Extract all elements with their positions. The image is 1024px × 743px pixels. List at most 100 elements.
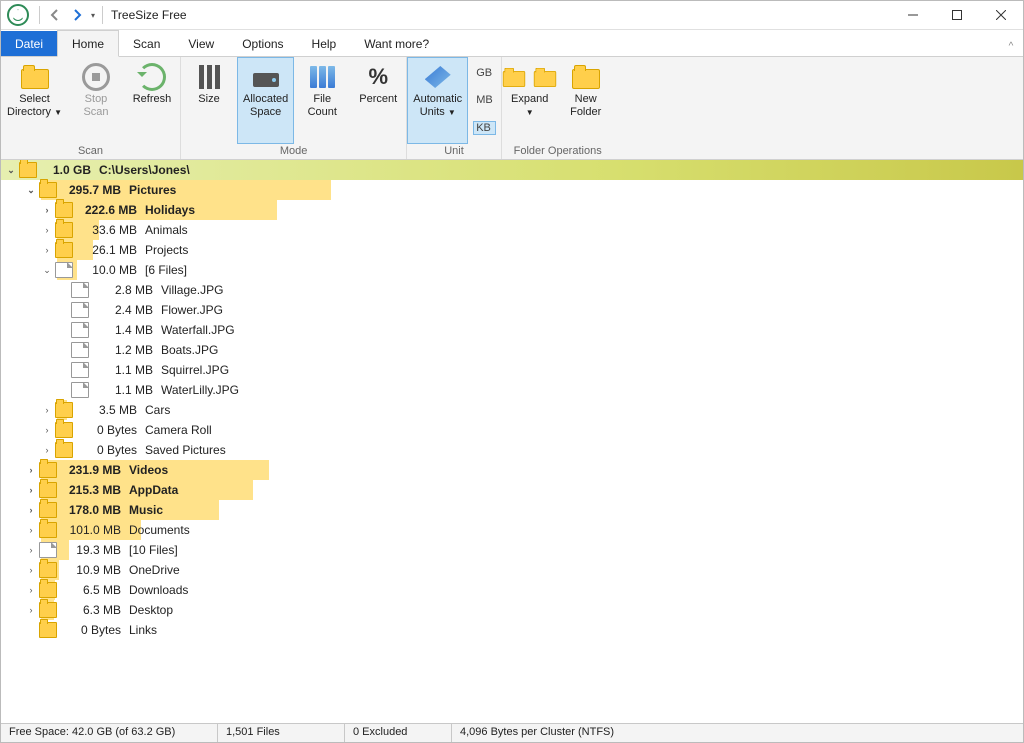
- row-size: 0 Bytes: [77, 423, 137, 437]
- mode-percent-button[interactable]: % Percent: [350, 57, 406, 144]
- tree-row[interactable]: ›2.4 MBFlower.JPG: [1, 300, 1023, 320]
- row-name: Holidays: [145, 203, 195, 217]
- back-button[interactable]: [45, 5, 65, 25]
- file-icon: [71, 282, 89, 298]
- collapse-ribbon-icon[interactable]: ^: [999, 41, 1023, 56]
- tree-row[interactable]: ›10.9 MBOneDrive: [1, 560, 1023, 580]
- row-name: Camera Roll: [145, 423, 212, 437]
- folder-icon: [39, 482, 57, 498]
- row-size: 3.5 MB: [77, 403, 137, 417]
- forward-button[interactable]: [67, 5, 87, 25]
- tree-row[interactable]: ›6.3 MBDesktop: [1, 600, 1023, 620]
- new-folder-button[interactable]: New Folder: [558, 57, 614, 144]
- row-size: 295.7 MB: [61, 183, 121, 197]
- expand-toggle[interactable]: ›: [41, 245, 53, 255]
- tree-row[interactable]: ›33.6 MBAnimals: [1, 220, 1023, 240]
- maximize-button[interactable]: [935, 1, 979, 29]
- tree-row[interactable]: ›1.1 MBWaterLilly.JPG: [1, 380, 1023, 400]
- unit-gb[interactable]: GB: [473, 66, 496, 80]
- tree-row[interactable]: ›101.0 MBDocuments: [1, 520, 1023, 540]
- window-title: TreeSize Free: [111, 8, 187, 22]
- tree-row[interactable]: ⌄295.7 MBPictures: [1, 180, 1023, 200]
- titlebar: ▾ TreeSize Free: [1, 1, 1023, 30]
- tree-row[interactable]: ›231.9 MBVideos: [1, 460, 1023, 480]
- row-name: OneDrive: [129, 563, 180, 577]
- tree-view[interactable]: ⌄ 1.0 GB C:\Users\Jones\ ⌄295.7 MBPictur…: [1, 160, 1023, 723]
- row-size: 101.0 MB: [61, 523, 121, 537]
- row-name: Squirrel.JPG: [161, 363, 229, 377]
- tree-row[interactable]: ›215.3 MBAppData: [1, 480, 1023, 500]
- bars-icon: [199, 65, 220, 89]
- stop-scan-button[interactable]: Stop Scan: [68, 57, 124, 144]
- expand-toggle[interactable]: ›: [25, 565, 37, 575]
- tree-row[interactable]: ›178.0 MBMusic: [1, 500, 1023, 520]
- expand-toggle[interactable]: ›: [41, 225, 53, 235]
- tree-row[interactable]: ›0 BytesSaved Pictures: [1, 440, 1023, 460]
- tab-options[interactable]: Options: [228, 31, 297, 56]
- row-name: Music: [129, 503, 163, 517]
- tree-row[interactable]: ›6.5 MBDownloads: [1, 580, 1023, 600]
- unit-kb[interactable]: KB: [473, 121, 496, 135]
- tree-root[interactable]: ⌄ 1.0 GB C:\Users\Jones\: [1, 160, 1023, 180]
- expand-toggle[interactable]: ›: [41, 405, 53, 415]
- files-icon: [310, 66, 335, 88]
- tab-scan[interactable]: Scan: [119, 31, 174, 56]
- status-cluster: 4,096 Bytes per Cluster (NTFS): [452, 724, 1023, 742]
- expand-toggle[interactable]: ›: [25, 605, 37, 615]
- tree-row[interactable]: ›0 BytesLinks: [1, 620, 1023, 640]
- expand-toggle[interactable]: ⌄: [5, 165, 17, 176]
- expand-toggle[interactable]: ›: [25, 505, 37, 515]
- tree-row[interactable]: ›222.6 MBHolidays: [1, 200, 1023, 220]
- unit-mb[interactable]: MB: [473, 93, 496, 107]
- minimize-button[interactable]: [891, 1, 935, 29]
- tree-row[interactable]: ›2.8 MBVillage.JPG: [1, 280, 1023, 300]
- folder-icon: [55, 442, 73, 458]
- close-button[interactable]: [979, 1, 1023, 29]
- row-name: Flower.JPG: [161, 303, 223, 317]
- tab-file[interactable]: Datei: [1, 31, 57, 56]
- tree-row[interactable]: ›1.1 MBSquirrel.JPG: [1, 360, 1023, 380]
- ribbon-group-unit-label: Unit: [407, 144, 500, 159]
- tree-row[interactable]: ›19.3 MB[10 Files]: [1, 540, 1023, 560]
- expand-toggle[interactable]: ›: [25, 545, 37, 555]
- qat-dropdown-icon[interactable]: ▾: [91, 11, 95, 20]
- tree-row[interactable]: ›1.2 MBBoats.JPG: [1, 340, 1023, 360]
- tree-row[interactable]: › 0 Bytes Camera Roll: [1, 420, 1023, 440]
- expand-toggle[interactable]: ›: [25, 585, 37, 595]
- row-size: 1.1 MB: [93, 383, 153, 397]
- tab-view[interactable]: View: [174, 31, 228, 56]
- expand-toggle[interactable]: ›: [25, 465, 37, 475]
- expand-toggle[interactable]: ⌄: [25, 185, 37, 196]
- expand-toggle[interactable]: ›: [25, 485, 37, 495]
- tab-home[interactable]: Home: [57, 30, 119, 57]
- expand-toggle[interactable]: ›: [41, 205, 53, 215]
- expand-button[interactable]: Expand▼: [502, 57, 558, 144]
- row-size: 6.5 MB: [61, 583, 121, 597]
- mode-allocated-button[interactable]: Allocated Space: [237, 57, 294, 144]
- folder-icon: [55, 402, 73, 418]
- mode-filecount-button[interactable]: File Count: [294, 57, 350, 144]
- tree-row[interactable]: ›1.4 MBWaterfall.JPG: [1, 320, 1023, 340]
- tree-row[interactable]: ⌄10.0 MB[6 Files]: [1, 260, 1023, 280]
- mode-size-button[interactable]: Size: [181, 57, 237, 144]
- tab-want-more[interactable]: Want more?: [350, 31, 443, 56]
- row-name: [6 Files]: [145, 263, 187, 277]
- row-size: 33.6 MB: [77, 223, 137, 237]
- app-icon: [7, 4, 29, 26]
- row-size: 19.3 MB: [61, 543, 121, 557]
- refresh-button[interactable]: Refresh: [124, 57, 180, 144]
- tree-row[interactable]: ›26.1 MBProjects: [1, 240, 1023, 260]
- expand-toggle[interactable]: ›: [41, 425, 53, 435]
- expand-toggle[interactable]: ›: [41, 445, 53, 455]
- expand-toggle[interactable]: ⌄: [41, 265, 53, 276]
- select-directory-button[interactable]: Select Directory ▼: [1, 57, 68, 144]
- expand-toggle[interactable]: ›: [25, 525, 37, 535]
- automatic-units-button[interactable]: Automatic Units ▼: [407, 57, 468, 144]
- tab-help[interactable]: Help: [298, 31, 351, 56]
- stop-icon: [82, 63, 110, 91]
- ribbon-group-scan-label: Scan: [1, 144, 180, 159]
- file-icon: [55, 262, 73, 278]
- row-size: 26.1 MB: [77, 243, 137, 257]
- tree-row[interactable]: ›3.5 MBCars: [1, 400, 1023, 420]
- status-files: 1,501 Files: [218, 724, 345, 742]
